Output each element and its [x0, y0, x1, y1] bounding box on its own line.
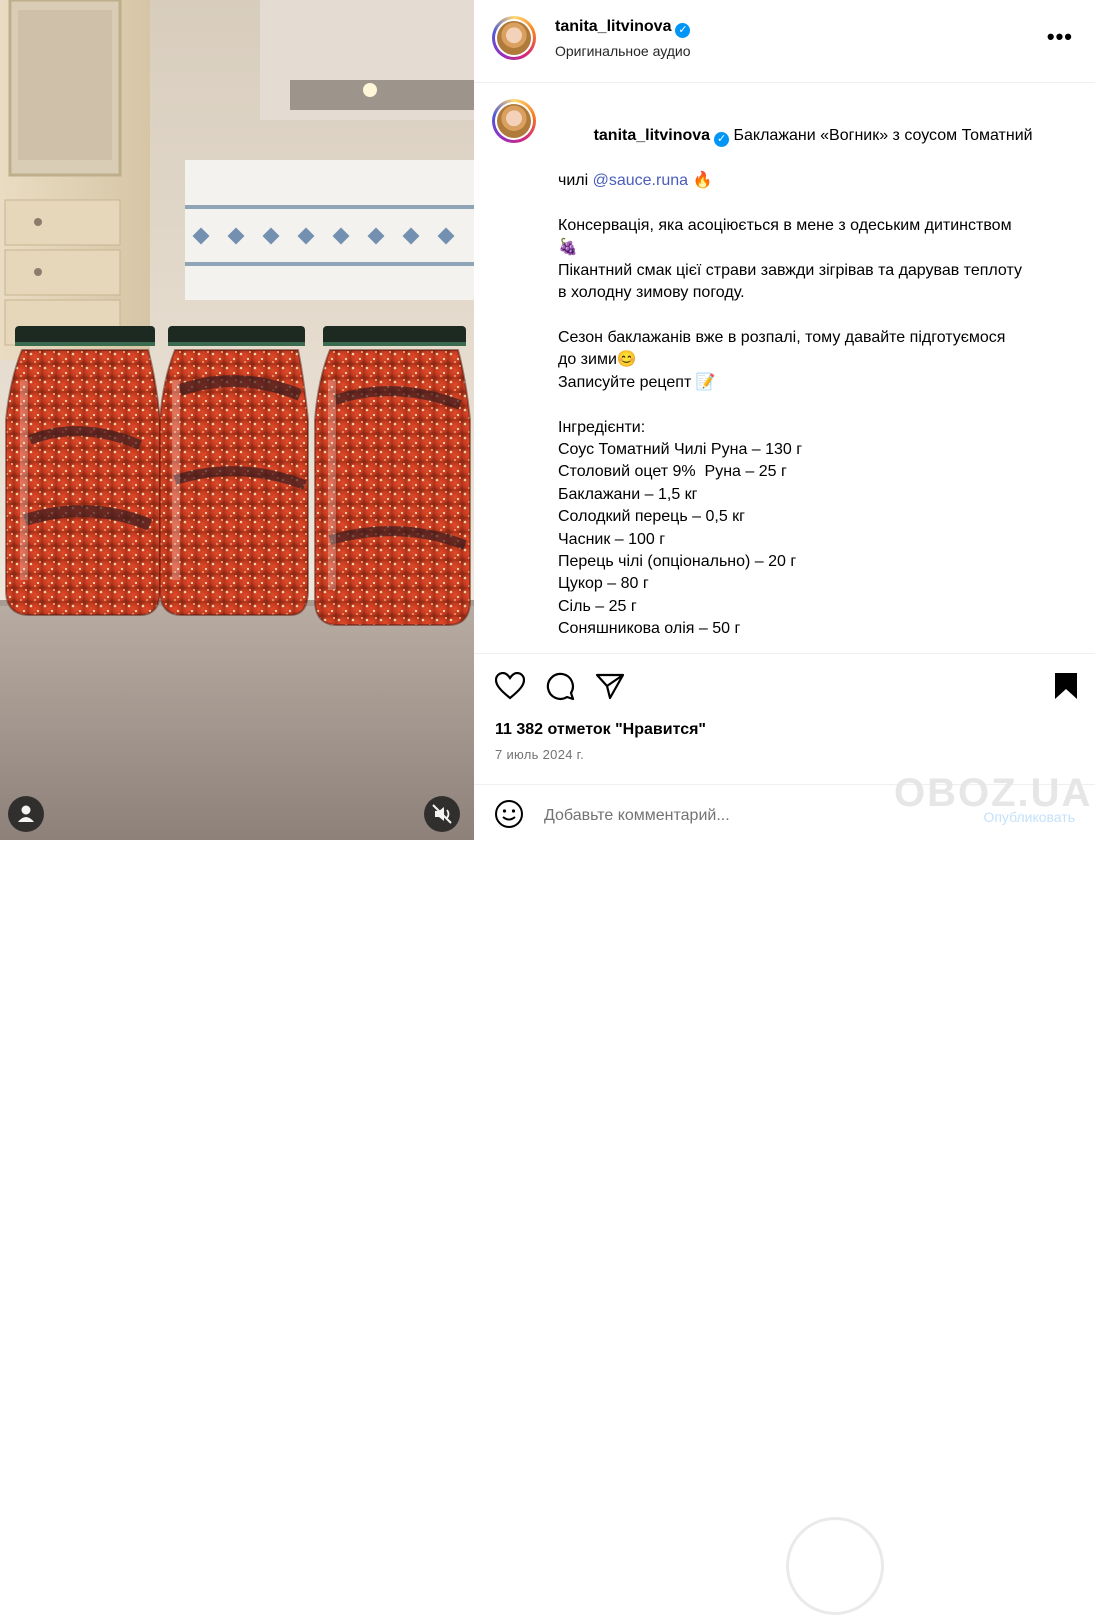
caption-line: Солодкий перець – 0,5 кг [558, 508, 745, 526]
post-header: tanita_litvinova ✓ Оригинальное аудио ••• [474, 0, 1095, 83]
verified-icon: ✓ [714, 132, 730, 148]
emoji-icon [495, 800, 523, 828]
avatar[interactable] [492, 16, 536, 60]
like-button[interactable] [494, 670, 526, 702]
watermark-logo [786, 1517, 884, 1615]
caption-line: Столовий оцет 9% Руна – 25 г [558, 463, 787, 481]
share-button[interactable] [594, 670, 626, 702]
caption-line: Сезон баклажанів вже в розпалі, тому дав… [558, 329, 1006, 347]
post-date[interactable]: 7 июль 2024 г. [495, 747, 584, 762]
caption-line: Баклажани – 1,5 кг [558, 485, 698, 503]
caption-line: Соус Томатний Чилі Руна – 130 г [558, 441, 803, 459]
caption-avatar[interactable] [492, 99, 536, 143]
mention-link[interactable]: @sauce.runa [593, 172, 688, 189]
more-options-icon[interactable]: ••• [1047, 24, 1073, 50]
post-panel: tanita_litvinova ✓ Оригинальное аудио •••… [474, 0, 1095, 1615]
caption-line: Часник – 100 г [558, 530, 666, 548]
caption-line: Цукор – 80 г [558, 575, 649, 593]
comment-bar: OBOZ.UA Добавьте комментарий... Опублико… [474, 771, 1095, 1615]
author-username[interactable]: tanita_litvinova [555, 18, 671, 35]
caption-title: Баклажани «Вогник» з соусом Томатний [733, 127, 1033, 145]
heart-icon [495, 672, 525, 700]
caption-line: Інгредієнти: [558, 418, 646, 436]
action-bar [474, 653, 1095, 716]
caption-line: Сіль – 25 г [558, 597, 637, 615]
user-icon [18, 805, 34, 822]
comment-input[interactable]: Добавьте комментарий... [544, 807, 730, 825]
fire-icon: 🔥 [692, 172, 713, 190]
caption-line [558, 394, 1058, 416]
caption-line: Соняшникова олія – 50 г [558, 620, 741, 638]
jars-photo [0, 0, 474, 840]
comment-icon [546, 672, 575, 701]
verified-icon: ✓ [675, 23, 691, 38]
publish-button[interactable]: Опубликовать [983, 809, 1075, 825]
caption-line: 🍇 [558, 239, 578, 257]
share-icon [595, 673, 625, 700]
caption-line: до зими😊 [558, 351, 637, 369]
bookmark-icon [1055, 673, 1077, 699]
caption-line: Консервація, яка асоціюється в мене з од… [558, 217, 1012, 235]
post-media[interactable] [0, 0, 474, 840]
caption-text: tanita_litvinova ✓ Баклажани «Вогник» з с… [558, 103, 1058, 653]
caption-username[interactable]: tanita_litvinova [594, 127, 710, 144]
caption-line [558, 193, 1058, 215]
audio-label[interactable]: Оригинальное аудио [555, 43, 691, 59]
caption-body: Консервація, яка асоціюється в мене з од… [558, 193, 1058, 653]
caption-line [558, 305, 1058, 327]
emoji-button[interactable] [494, 799, 524, 834]
tagged-users-button[interactable] [8, 796, 44, 832]
caption-line: Перець чілі (опціонально) – 20 г [558, 553, 797, 571]
caption-line: Записуйте рецепт 📝 [558, 373, 716, 391]
caption-area: tanita_litvinova ✓ Баклажани «Вогник» з с… [474, 83, 1095, 653]
caption-line: Пікантний смак цієї страви завжди зігрів… [558, 261, 1022, 279]
comment-button[interactable] [544, 670, 576, 702]
save-button[interactable] [1050, 670, 1082, 702]
likes-count[interactable]: 11 382 отметок "Нравится" [495, 721, 706, 739]
caption-title-cont: чилі [558, 172, 593, 190]
caption-line [558, 641, 1058, 653]
author-line: tanita_litvinova ✓ [555, 18, 691, 38]
mute-icon [432, 804, 452, 824]
mute-button[interactable] [424, 796, 460, 832]
caption-line: в холодну зимову погоду. [558, 284, 745, 302]
